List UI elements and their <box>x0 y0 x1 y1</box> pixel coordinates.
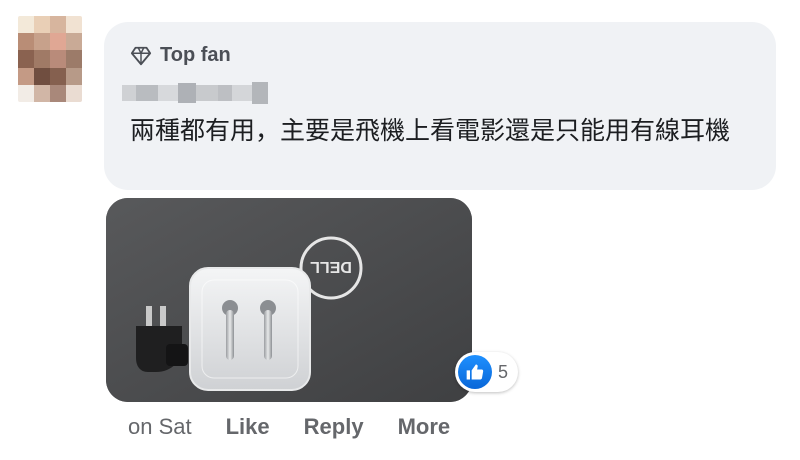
comment-bubble: Top fan 兩種都有用，主要是飛機上看電影還是只能用有線耳機 <box>104 22 776 190</box>
earphones-photo: DELL <box>106 198 472 402</box>
comment-photo[interactable]: DELL <box>106 198 472 402</box>
top-fan-label: Top fan <box>160 44 231 66</box>
comment-actions: on Sat Like Reply More <box>128 414 484 440</box>
comment-text: 兩種都有用，主要是飛機上看電影還是只能用有線耳機 <box>130 116 731 145</box>
more-button[interactable]: More <box>398 414 451 440</box>
reply-button[interactable]: Reply <box>304 414 364 440</box>
avatar[interactable] <box>18 16 82 102</box>
earphone-case <box>189 267 311 391</box>
reaction-count-value: 5 <box>498 361 509 382</box>
commenter-name-blurred[interactable] <box>122 76 282 110</box>
like-button[interactable]: Like <box>226 414 270 440</box>
svg-text:DELL: DELL <box>310 258 352 275</box>
comment-timestamp[interactable]: on Sat <box>128 414 192 440</box>
reaction-count[interactable]: 5 <box>455 352 519 392</box>
thumbs-up-icon <box>458 355 492 389</box>
top-fan-badge: Top fan <box>130 44 231 67</box>
diamond-icon <box>130 46 152 65</box>
